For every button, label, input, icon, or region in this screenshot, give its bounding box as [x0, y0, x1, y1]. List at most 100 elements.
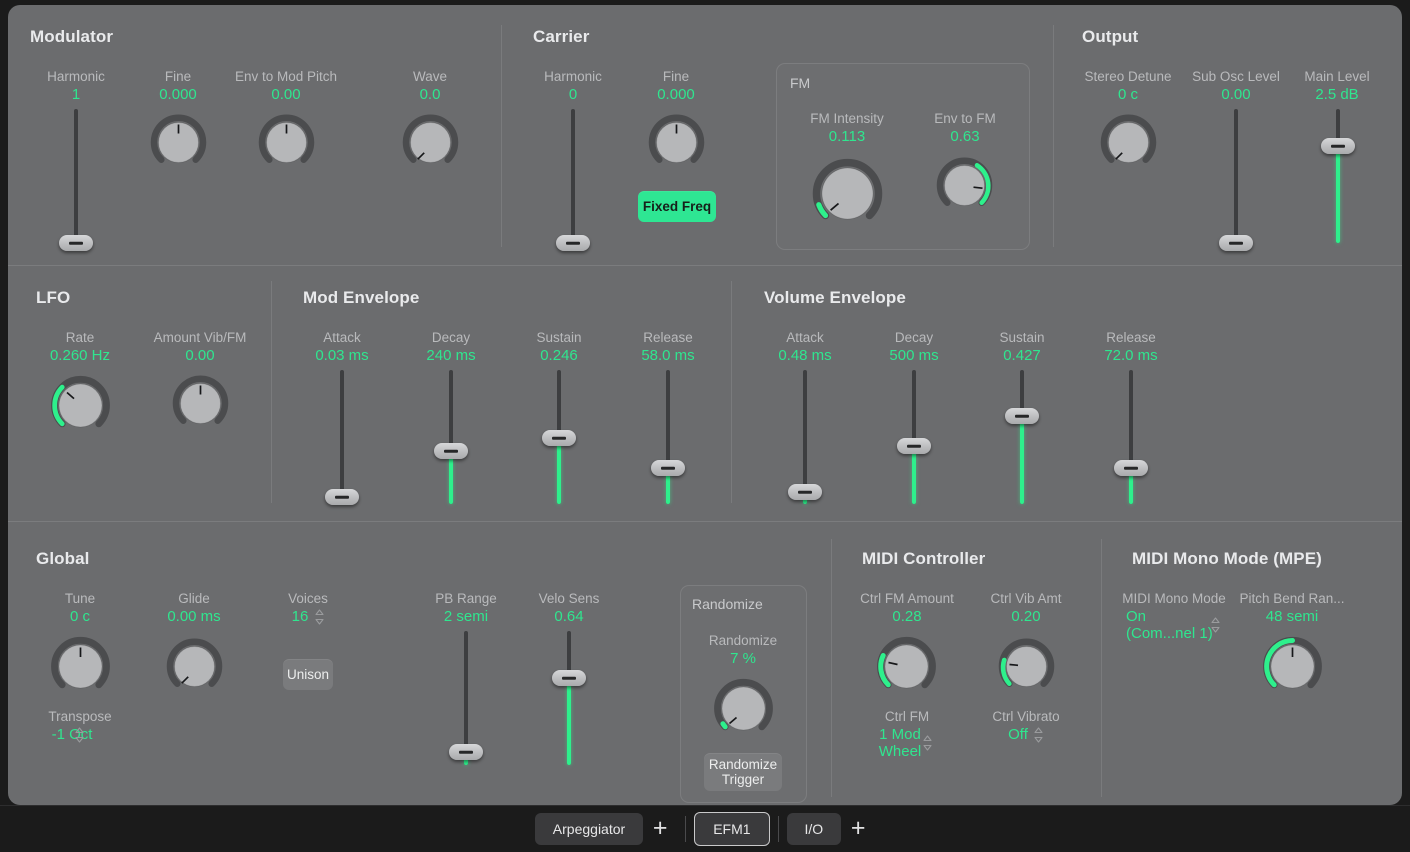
stepper-ctrl-fm[interactable] [922, 734, 933, 752]
stepper-midi-mono-mode[interactable] [1210, 616, 1221, 634]
knob-randomize-amount[interactable] [710, 675, 777, 742]
knob-global-tune[interactable] [47, 633, 114, 700]
bottom-toolbar: Arpeggiator + EFM1 I/O + [0, 805, 1410, 852]
slider-global-velo-sens[interactable] [549, 631, 589, 777]
slider-modulator-harmonic[interactable] [56, 109, 96, 255]
plugin-window: Modulator Harmonic 1 Fine 0.000 Env to M… [0, 0, 1410, 852]
section-title-modulator: Modulator [30, 27, 113, 47]
value-fm-intensity: 0.113 [777, 128, 917, 146]
value-lfo-amount-vib-fm: 0.00 [134, 347, 266, 365]
column-divider-modenv-volenv [731, 281, 732, 503]
value-mod-env-attack: 0.03 ms [282, 347, 402, 365]
label-pitch-bend-range: Pitch Bend Ran... [1232, 591, 1352, 607]
subsection-title-fm: FM [790, 75, 810, 91]
slider-vol-env-release[interactable] [1111, 370, 1151, 516]
slider-mod-env-decay[interactable] [431, 370, 471, 516]
slider-global-pb-range[interactable] [446, 631, 486, 777]
value-modulator-env-to-mod-pitch: 0.00 [208, 86, 364, 104]
knob-env-to-fm[interactable] [933, 154, 996, 217]
value-global-velo-sens: 0.64 [509, 608, 629, 626]
section-title-mod-envelope: Mod Envelope [303, 288, 419, 308]
knob-global-glide[interactable] [163, 635, 226, 698]
label-carrier-harmonic: Harmonic [513, 69, 633, 85]
add-midi-fx-plus-icon[interactable]: + [643, 813, 677, 845]
label-vol-env-release: Release [1071, 330, 1191, 346]
knob-carrier-fine[interactable] [645, 111, 708, 174]
efm1-plugin-body: Modulator Harmonic 1 Fine 0.000 Env to M… [8, 5, 1402, 805]
label-global-velo-sens: Velo Sens [509, 591, 629, 607]
slider-vol-env-attack[interactable] [785, 370, 825, 516]
value-main-level: 2.5 dB [1267, 86, 1402, 104]
value-carrier-harmonic: 0 [513, 86, 633, 104]
slider-vol-env-sustain[interactable] [1002, 370, 1042, 516]
column-divider-carrier-output [1053, 25, 1054, 247]
label-mod-env-sustain: Sustain [499, 330, 619, 346]
label-vol-env-decay: Decay [854, 330, 974, 346]
stepper-global-voices[interactable] [314, 608, 325, 626]
value-global-tune: 0 c [20, 608, 140, 626]
value-vol-env-release: 72.0 ms [1071, 347, 1191, 365]
value-global-pb-range: 2 semi [406, 608, 526, 626]
value-ctrl-fm-line2: Wheel [840, 743, 960, 760]
knob-lfo-rate[interactable] [47, 372, 114, 439]
knob-modulator-env-to-mod-pitch[interactable] [255, 111, 318, 174]
add-plugin-plus-icon[interactable]: + [841, 813, 875, 845]
value-mod-env-release: 58.0 ms [608, 347, 728, 365]
section-title-midi-mono-mode: MIDI Mono Mode (MPE) [1132, 549, 1322, 569]
slider-mod-env-sustain[interactable] [539, 370, 579, 516]
value-env-to-fm: 0.63 [908, 128, 1022, 146]
unison-button[interactable]: Unison [283, 659, 333, 690]
slider-mod-env-release[interactable] [648, 370, 688, 516]
label-vol-env-attack: Attack [745, 330, 865, 346]
slider-sub-osc-level[interactable] [1216, 109, 1256, 255]
knob-modulator-fine[interactable] [147, 111, 210, 174]
knob-pitch-bend-range[interactable] [1259, 633, 1326, 700]
label-modulator-env-to-mod-pitch: Env to Mod Pitch [208, 69, 364, 85]
column-divider-modulator-carrier [501, 25, 502, 247]
label-main-level: Main Level [1267, 69, 1402, 85]
value-ctrl-vib-amt: 0.20 [966, 608, 1086, 626]
label-global-voices: Voices [248, 591, 368, 607]
label-mod-env-release: Release [608, 330, 728, 346]
io-button[interactable]: I/O [787, 813, 842, 845]
slider-vol-env-decay[interactable] [894, 370, 934, 516]
knob-modulator-wave[interactable] [399, 111, 462, 174]
value-vol-env-attack: 0.48 ms [745, 347, 865, 365]
knob-lfo-amount-vib-fm[interactable] [169, 372, 232, 435]
value-modulator-wave: 0.0 [370, 86, 490, 104]
randomize-trigger-line1: Randomize [709, 757, 777, 772]
value-vol-env-sustain: 0.427 [962, 347, 1082, 365]
value-global-glide: 0.00 ms [134, 608, 254, 626]
label-env-to-fm: Env to FM [908, 111, 1022, 127]
value-ctrl-fm-line1: 1 Mod [840, 726, 960, 743]
stepper-global-transpose[interactable] [74, 726, 85, 744]
value-ctrl-vibrato: Off [958, 726, 1078, 744]
knob-stereo-detune[interactable] [1097, 111, 1160, 174]
row-divider-2 [8, 521, 1402, 522]
toolbar-top-divider [0, 805, 1410, 806]
label-global-glide: Glide [134, 591, 254, 607]
label-lfo-amount-vib-fm: Amount Vib/FM [134, 330, 266, 346]
stepper-ctrl-vibrato[interactable] [1033, 726, 1044, 744]
value-carrier-fine: 0.000 [616, 86, 736, 104]
label-ctrl-fm-amount: Ctrl FM Amount [840, 591, 974, 607]
value-midi-mono-mode-line1: On [1126, 608, 1146, 626]
section-title-lfo: LFO [36, 288, 70, 308]
efm1-instrument-button[interactable]: EFM1 [694, 812, 769, 846]
value-ctrl-fm-amount: 0.28 [840, 608, 974, 626]
slider-carrier-harmonic[interactable] [553, 109, 593, 255]
slider-mod-env-attack[interactable] [322, 370, 362, 516]
label-mod-env-decay: Decay [391, 330, 511, 346]
knob-ctrl-vib-amt[interactable] [995, 635, 1058, 698]
label-carrier-fine: Fine [616, 69, 736, 85]
arpeggiator-button[interactable]: Arpeggiator [535, 813, 643, 845]
randomize-trigger-button[interactable]: Randomize Trigger [704, 753, 782, 791]
label-midi-mono-mode: MIDI Mono Mode [1114, 591, 1234, 607]
knob-ctrl-fm-amount[interactable] [873, 633, 940, 700]
slider-main-level[interactable] [1318, 109, 1358, 255]
value-mod-env-sustain: 0.246 [499, 347, 619, 365]
value-randomize-amount: 7 % [683, 650, 803, 668]
fixed-freq-button[interactable]: Fixed Freq [638, 191, 716, 222]
knob-fm-intensity[interactable] [808, 154, 887, 233]
label-lfo-rate: Rate [20, 330, 140, 346]
